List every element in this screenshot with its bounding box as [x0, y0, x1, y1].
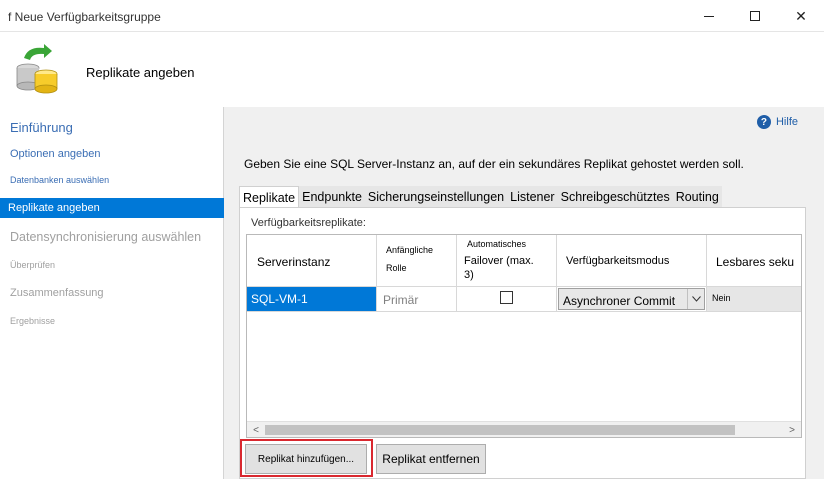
mode-value: Asynchroner Commit: [563, 294, 676, 308]
column-header-label: 3): [464, 269, 474, 281]
cell-server[interactable]: SQL-VM-1: [247, 287, 377, 312]
replicas-grid: Serverinstanz Anfängliche Rolle Automati…: [246, 234, 802, 438]
column-header-label: Anfängliche: [386, 245, 434, 255]
column-header-label: Serverinstanz: [257, 255, 331, 269]
failover-checkbox[interactable]: [500, 291, 513, 304]
column-header-failover[interactable]: Automatisches Failover (max. 3): [457, 235, 557, 287]
sidebar-item-label: Replikate angeben: [8, 202, 100, 214]
replicas-label: Verfügbarkeitsreplikate:: [251, 217, 366, 229]
availability-group-logo-icon: [14, 44, 62, 94]
scroll-left-icon[interactable]: <: [248, 423, 264, 437]
sidebar-item-zusammenfassung: Zusammenfassung: [0, 284, 224, 304]
role-value: Primär: [383, 293, 419, 307]
cell-role: Primär: [377, 287, 457, 312]
sidebar-item-label: Ergebnisse: [10, 316, 56, 326]
maximize-icon: [750, 11, 760, 21]
readable-value: Nein: [712, 293, 731, 303]
sidebar-item-ueberpruefen: Überprüfen: [0, 257, 224, 275]
add-replica-button[interactable]: Replikat hinzufügen...: [245, 444, 367, 474]
maximize-button[interactable]: [732, 0, 778, 32]
sidebar-item-datenbanken[interactable]: Datenbanken auswählen: [0, 172, 224, 190]
server-value: SQL-VM-1: [251, 292, 308, 306]
sidebar-item-label: Optionen angeben: [10, 148, 101, 160]
minimize-icon: [704, 15, 714, 17]
chevron-down-icon: [687, 289, 704, 309]
window-title: f Neue Verfügbarkeitsgruppe: [8, 10, 161, 24]
column-header-server[interactable]: Serverinstanz: [247, 235, 377, 287]
sidebar-item-datensynchronisierung: Datensynchronisierung auswählen: [0, 227, 224, 249]
sidebar-item-label: Einführung: [10, 120, 73, 135]
wizard-content: ? Hilfe Geben Sie eine SQL Server-Instan…: [224, 107, 824, 479]
column-header-label: Automatisches: [467, 239, 527, 249]
minimize-button[interactable]: [686, 0, 732, 32]
sidebar-item-label: Datensynchronisierung auswählen: [10, 230, 202, 244]
cell-failover: [457, 287, 557, 312]
cell-mode[interactable]: Asynchroner Commit: [557, 287, 707, 312]
title-bar: f Neue Verfügbarkeitsgruppe ✕: [0, 0, 824, 32]
tab-routing[interactable]: Routing: [672, 186, 722, 208]
tab-strip: Replikate Endpunkte Sicherungseinstellun…: [239, 186, 722, 209]
tab-replikate[interactable]: Replikate: [239, 186, 300, 209]
column-header-label: Failover (max.: [464, 255, 534, 267]
wizard-sidebar: Einführung Optionen angeben Datenbanken …: [0, 107, 224, 479]
sidebar-item-ergebnisse: Ergebnisse: [0, 313, 224, 331]
scrollbar-thumb[interactable]: [265, 425, 735, 435]
column-header-label: Verfügbarkeitsmodus: [566, 255, 670, 267]
help-label: Hilfe: [775, 116, 798, 128]
help-link[interactable]: ? Hilfe: [756, 115, 798, 129]
column-header-label: Lesbares seku: [716, 255, 795, 269]
sidebar-item-einfuehrung[interactable]: Einführung: [0, 117, 224, 139]
sidebar-item-label: Überprüfen: [10, 260, 56, 270]
scroll-right-icon[interactable]: >: [784, 423, 800, 437]
close-button[interactable]: ✕: [778, 0, 824, 32]
tab-listener[interactable]: Listener: [507, 186, 558, 208]
column-header-role[interactable]: Anfängliche Rolle: [377, 235, 457, 287]
column-header-mode[interactable]: Verfügbarkeitsmodus: [557, 235, 707, 287]
tab-endpunkte[interactable]: Endpunkte: [299, 186, 365, 208]
wizard-header: Replikate angeben: [0, 32, 824, 107]
sidebar-item-label: Datenbanken auswählen: [10, 175, 110, 185]
remove-replica-button[interactable]: Replikat entfernen: [376, 444, 486, 474]
instruction-text: Geben Sie eine SQL Server-Instanz an, au…: [244, 157, 744, 171]
page-title: Replikate angeben: [86, 65, 195, 80]
cell-readable[interactable]: Nein: [707, 287, 801, 312]
tab-sicherungseinstellungen[interactable]: Sicherungseinstellungen: [364, 186, 508, 208]
sidebar-item-label: Zusammenfassung: [10, 287, 104, 299]
sidebar-item-optionen[interactable]: Optionen angeben: [0, 145, 224, 165]
horizontal-scrollbar[interactable]: < >: [247, 421, 801, 437]
mode-select[interactable]: Asynchroner Commit: [558, 288, 705, 310]
column-header-label: Rolle: [386, 263, 407, 273]
sidebar-item-replikate[interactable]: Replikate angeben: [0, 198, 224, 218]
help-icon: ?: [756, 115, 771, 129]
tab-schreibgeschuetztes[interactable]: Schreibgeschütztes: [557, 186, 673, 208]
close-icon: ✕: [795, 7, 807, 24]
column-header-readable[interactable]: Lesbares seku: [707, 235, 801, 287]
